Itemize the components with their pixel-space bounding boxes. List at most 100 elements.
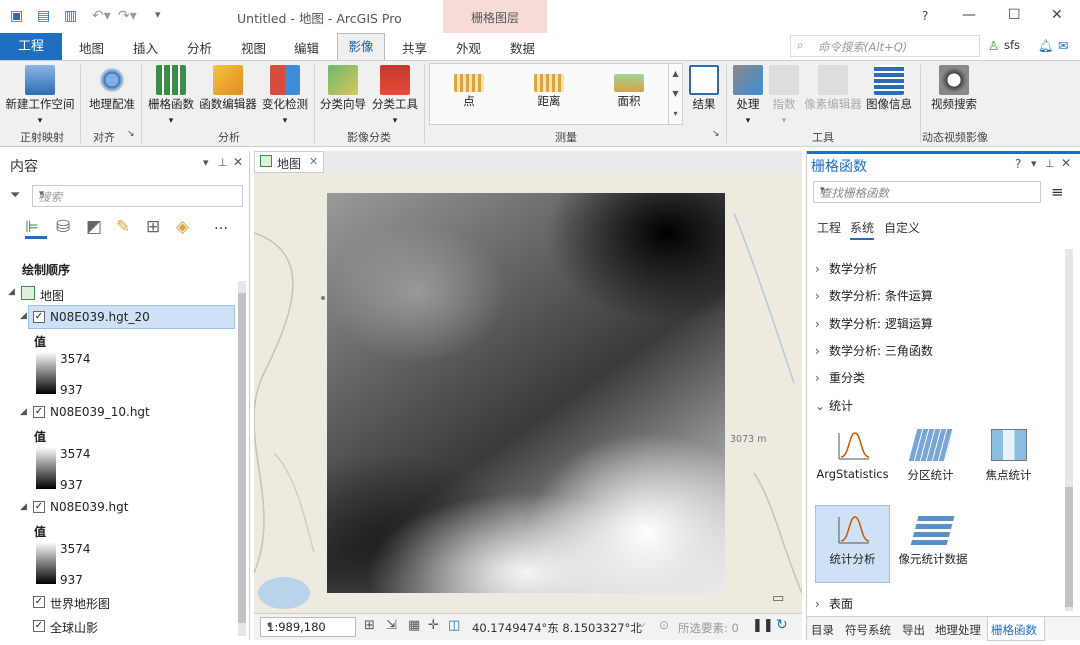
bottom-tab-geoprocessing[interactable]: 地理处理 [935,622,981,638]
navigation-icon[interactable]: ⇲ [386,618,397,633]
tab-system-functions[interactable]: 系统 [850,219,875,240]
raster-functions-button[interactable]: 栅格函数 ▾ [146,63,196,126]
layer-visibility-checkbox[interactable]: ✓ [33,501,45,513]
gallery-scroll-icon[interactable]: ▲ ▼ ▾ [668,64,682,124]
group-launcher-icon[interactable]: ↘ [712,129,720,139]
collapse-icon[interactable]: ◢ [20,502,27,512]
index-button[interactable]: 指数 ▾ [768,63,800,126]
crosshair-icon[interactable]: ✛ [428,618,439,633]
pane-options-icon[interactable]: ▾ [1031,157,1037,170]
category-math-logical[interactable]: › 数学分析: 逻辑运算 [815,315,933,332]
notification-icon[interactable]: 🔔︎ [1038,38,1054,54]
help-icon[interactable]: ? [1015,157,1021,171]
scale-selector[interactable]: 1:989,180 ▾ [260,617,356,637]
function-statistical-analysis[interactable]: 统计分析 [815,513,890,567]
basemap-name[interactable]: 世界地形图 [50,595,110,612]
menu-icon[interactable]: ≡ [1051,183,1064,201]
results-button[interactable]: 结果 [686,63,722,112]
bottom-tab-symbology[interactable]: 符号系统 [845,622,891,638]
refresh-icon[interactable]: ↻ [776,617,788,633]
layer-visibility-checkbox[interactable]: ✓ [33,406,45,418]
new-workspace-button[interactable]: 新建工作空间 ▾ [4,63,76,126]
pause-drawing-icon[interactable]: ❚❚ [752,618,774,633]
pane-options-icon[interactable]: ▾ [203,156,209,169]
layer-name[interactable]: N08E039.hgt_20 [50,310,150,324]
pane-close-icon[interactable]: ✕ [1061,156,1071,170]
bottom-tab-raster-functions[interactable]: 栅格函数 [991,622,1037,638]
collapse-icon[interactable]: ◢ [8,287,15,297]
help-button[interactable]: ? [922,9,928,23]
raster-functions-scrollbar[interactable] [1065,249,1073,611]
pin-icon[interactable]: ⊥ [218,156,228,169]
tab-project-functions[interactable]: 工程 [817,219,841,236]
function-argstatistics[interactable]: ArgStatistics [815,429,890,481]
contents-search-input[interactable]: 搜索 ⌕ ▾ [32,185,243,207]
classify-wizard-button[interactable]: 分类向导 [318,63,368,112]
classify-tools-button[interactable]: 分类工具 ▾ [370,63,420,126]
category-math-conditional[interactable]: › 数学分析: 条件运算 [815,287,933,304]
pixel-editor-button[interactable]: 像素编辑器 [802,63,864,112]
list-by-data-source-icon[interactable]: ⛁ [56,217,78,239]
snapping-icon[interactable]: ⊞ [364,618,375,633]
more-options-icon[interactable]: … [214,217,236,239]
measure-icon[interactable]: ◫ [448,618,460,633]
coordinate-format-chevron-icon[interactable]: ⌵ [638,619,646,630]
user-name[interactable]: sfs [1004,38,1020,52]
category-math[interactable]: › 数学分析 [815,260,877,277]
measure-point-button[interactable]: 点 [444,66,494,109]
category-math-trigonometric[interactable]: › 数学分析: 三角函数 [815,342,933,359]
video-search-button[interactable]: 视频搜索 [926,63,982,112]
map-overlay-icon[interactable]: ▭ [772,591,784,606]
group-launcher-icon[interactable]: ↘ [127,129,135,139]
georeference-button[interactable]: 地理配准 [86,63,138,112]
user-icon[interactable]: ♙ [988,38,999,53]
function-cell-statistics[interactable]: 像元统计数据 [893,513,973,567]
tab-analysis[interactable]: 分析 [187,38,212,57]
find-raster-function-input[interactable]: 查找栅格函数 ⌕ ▾ [813,181,1041,203]
change-detection-button[interactable]: 变化检测 ▾ [260,63,310,126]
category-reclassify[interactable]: › 重分类 [815,369,865,386]
category-surface[interactable]: › 表面 [815,595,853,612]
map-view[interactable]: 3073 m ▭ [254,173,802,613]
minimize-button[interactable]: — [962,7,976,23]
close-button[interactable]: ✕ [1051,7,1063,23]
collapse-icon[interactable]: ◢ [20,407,27,417]
pin-icon[interactable]: ⊥ [1045,157,1055,170]
maximize-button[interactable]: ☐ [1008,7,1021,23]
tab-edit[interactable]: 编辑 [294,38,319,57]
function-focal-statistics[interactable]: 焦点统计 [971,429,1046,483]
tab-custom-functions[interactable]: 自定义 [884,219,920,236]
tab-imagery[interactable]: 影像 [337,33,385,60]
save-project-icon[interactable]: ▥ [64,8,77,24]
map-node-label[interactable]: 地图 [40,287,64,304]
map-view-tab[interactable]: 地图 ✕ [254,151,324,173]
redo-icon[interactable]: ↷▾ [118,8,137,24]
function-editor-button[interactable]: 函数编辑器 [198,63,258,112]
contents-scrollbar-thumb[interactable] [238,293,246,623]
basemap-visibility-checkbox[interactable]: ✓ [33,596,45,608]
new-project-icon[interactable]: ▣ [10,8,23,24]
contents-scrollbar[interactable] [238,281,246,636]
collapse-icon[interactable]: ◢ [20,311,27,321]
basemap-name[interactable]: 全球山影 [50,619,98,636]
search-dropdown-icon[interactable]: ▾ [820,185,1036,195]
basemap-visibility-checkbox[interactable]: ✓ [33,620,45,632]
tab-map[interactable]: 地图 [79,38,104,57]
measure-distance-button[interactable]: 距离 [524,66,574,109]
category-statistics[interactable]: ⌄ 统计 [815,397,853,414]
layer-visibility-checkbox[interactable]: ✓ [33,311,45,323]
list-by-editing-icon[interactable]: ✎ [116,217,138,239]
tab-insert[interactable]: 插入 [133,38,158,57]
pane-close-icon[interactable]: ✕ [233,155,243,169]
layer-name[interactable]: N08E039_10.hgt [50,405,150,419]
function-zonal-statistics[interactable]: 分区统计 [893,429,968,483]
chat-icon[interactable]: ✉ [1058,38,1068,53]
tab-data[interactable]: 数据 [510,38,535,57]
bottom-tab-catalog[interactable]: 目录 [811,622,834,638]
tab-appearance[interactable]: 外观 [456,38,481,57]
list-by-labeling-icon[interactable]: ◈ [176,217,198,239]
undo-icon[interactable]: ↶▾ [92,8,111,24]
grid-icon[interactable]: ▦ [408,618,420,633]
filter-icon[interactable]: ⏷ [10,188,20,203]
list-by-drawing-order-icon[interactable]: ⊫ [25,217,47,239]
